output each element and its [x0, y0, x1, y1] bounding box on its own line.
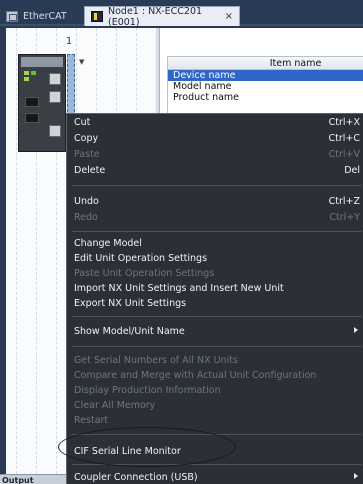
tab-node1-label: Node1 : NX-ECC201 (E001): [108, 5, 203, 28]
menu-item-export-nx-unit-settings[interactable]: Export NX Unit Settings: [67, 297, 363, 310]
port: [49, 91, 61, 103]
menu-item-label: Cut: [74, 117, 91, 128]
unit-top-strip: [21, 57, 63, 67]
menu-item-undo[interactable]: Undo Ctrl+Z: [67, 195, 363, 208]
status-led: [24, 77, 29, 81]
property-row[interactable]: Device name: [168, 70, 363, 81]
node-icon: [91, 11, 103, 22]
menu-item-get-serial-numbers: Get Serial Numbers of All NX Units: [67, 354, 363, 367]
menu-item-label: Change Model: [74, 238, 142, 249]
ethercat-icon: [6, 10, 18, 22]
menu-item-label: Paste Unit Operation Settings: [74, 268, 215, 279]
menu-item-shortcut: Del: [344, 165, 360, 176]
menu-separator: [72, 346, 362, 347]
menu-separator: [72, 316, 362, 317]
menu-item-restart: Restart: [67, 414, 363, 427]
menu-item-shortcut: Ctrl+X: [328, 117, 360, 128]
property-row[interactable]: Product name: [168, 92, 363, 103]
grid-line: [16, 28, 17, 484]
tab-ethercat[interactable]: EtherCAT: [0, 6, 84, 26]
menu-item-label: Import NX Unit Settings and Insert New U…: [74, 283, 284, 294]
menu-separator: [72, 185, 362, 186]
menu-item-label: Delete: [74, 165, 106, 176]
menu-item-coupler-connection-usb[interactable]: Coupler Connection (USB): [67, 471, 363, 484]
submenu-arrow-icon: [354, 327, 358, 333]
menu-item-clear-all-memory: Clear All Memory: [67, 399, 363, 412]
menu-item-label: Paste: [74, 149, 100, 160]
menu-item-label: Edit Unit Operation Settings: [74, 253, 208, 264]
menu-separator: [72, 231, 362, 232]
submenu-arrow-icon: [354, 473, 358, 479]
connector: [25, 113, 39, 123]
menu-item-label: Coupler Connection (USB): [74, 472, 198, 483]
property-row[interactable]: Model name: [168, 81, 363, 92]
menu-item-label: Undo: [74, 196, 99, 207]
menu-item-shortcut: Ctrl+V: [328, 149, 360, 160]
menu-item-label: Redo: [74, 212, 98, 223]
menu-item-label: Copy: [74, 133, 99, 144]
menu-item-label: Show Model/Unit Name: [74, 326, 185, 337]
menu-item-label: Display Production Information: [74, 385, 221, 396]
column-header-item-name[interactable]: Item name: [168, 57, 363, 70]
menu-item-label: Get Serial Numbers of All NX Units: [74, 355, 238, 366]
menu-item-change-model[interactable]: Change Model: [67, 237, 363, 250]
coupler-unit-image[interactable]: [18, 54, 66, 152]
slot-number: 1: [66, 36, 73, 47]
highlight-oval-annotation: [58, 427, 236, 467]
menu-item-label: Compare and Merge with Actual Unit Confi…: [74, 370, 317, 381]
menu-item-label: Clear All Memory: [74, 400, 156, 411]
menu-item-label: Export NX Unit Settings: [74, 298, 187, 309]
port: [49, 73, 61, 85]
menu-item-import-nx-unit-settings[interactable]: Import NX Unit Settings and Insert New U…: [67, 282, 363, 295]
menu-item-shortcut: Ctrl+Z: [328, 196, 360, 207]
menu-item-paste-unit-operation-settings: Paste Unit Operation Settings: [67, 267, 363, 280]
menu-item-display-production-information: Display Production Information: [67, 384, 363, 397]
editor-tab-bar: EtherCAT Node1 : NX-ECC201 (E001) ×: [0, 0, 363, 28]
status-led: [24, 71, 29, 75]
close-icon[interactable]: ×: [225, 11, 233, 22]
menu-item-redo: Redo Ctrl+Y: [67, 211, 363, 224]
menu-item-copy[interactable]: Copy Ctrl+C: [67, 132, 363, 145]
menu-item-delete[interactable]: Delete Del: [67, 164, 363, 177]
connector: [25, 97, 39, 107]
menu-item-shortcut: Ctrl+C: [328, 133, 361, 144]
output-panel-label[interactable]: Output: [2, 476, 34, 484]
menu-item-edit-unit-operation-settings[interactable]: Edit Unit Operation Settings: [67, 252, 363, 265]
menu-item-compare-and-merge: Compare and Merge with Actual Unit Confi…: [67, 369, 363, 382]
menu-item-paste: Paste Ctrl+V: [67, 148, 363, 161]
menu-item-show-model-unit-name[interactable]: Show Model/Unit Name: [67, 325, 363, 338]
menu-item-cut[interactable]: Cut Ctrl+X: [67, 116, 363, 129]
chevron-down-icon[interactable]: ▼: [79, 58, 89, 68]
status-led: [31, 71, 36, 75]
tab-ethercat-label: EtherCAT: [23, 10, 67, 22]
menu-item-label: Restart: [74, 415, 109, 426]
tab-node1[interactable]: Node1 : NX-ECC201 (E001) ×: [84, 5, 240, 28]
menu-item-shortcut: Ctrl+Y: [329, 212, 360, 223]
port: [49, 125, 61, 137]
